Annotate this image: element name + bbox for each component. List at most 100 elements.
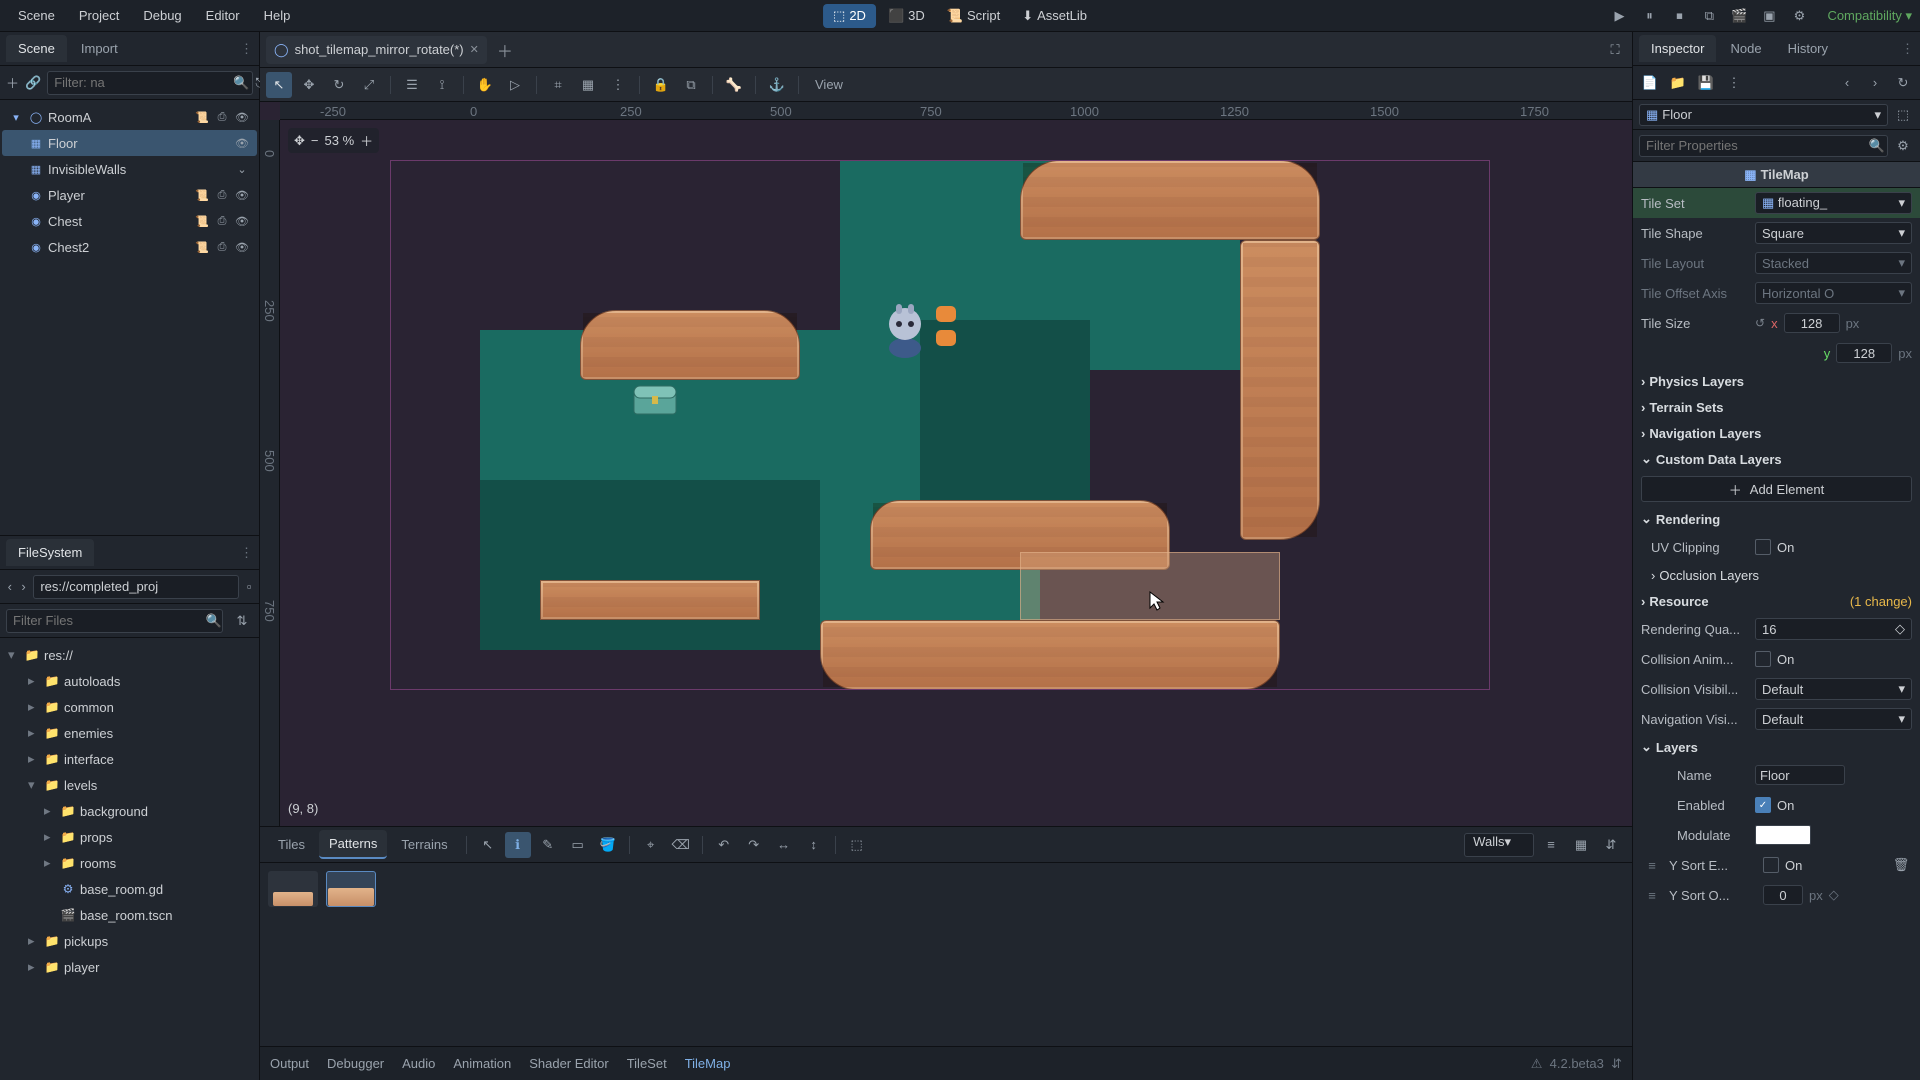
- instance-icon[interactable]: ⎙: [213, 212, 231, 230]
- fs-folder[interactable]: ▸📁props: [2, 824, 257, 850]
- close-tab-button[interactable]: ✕: [470, 43, 479, 56]
- filter-properties-input[interactable]: [1639, 135, 1888, 157]
- snap-button[interactable]: ⌗: [545, 72, 571, 98]
- bottom-tab-shader[interactable]: Shader Editor: [529, 1056, 609, 1071]
- section-rendering[interactable]: ⌄Rendering: [1633, 506, 1920, 532]
- section-custom-data[interactable]: ⌄Custom Data Layers: [1633, 446, 1920, 472]
- tilesize-y-input[interactable]: [1836, 343, 1892, 363]
- uv-clipping-checkbox[interactable]: [1755, 539, 1771, 555]
- instance-icon[interactable]: ⎙: [213, 238, 231, 256]
- history-fwd-button[interactable]: ›: [1864, 72, 1886, 94]
- tree-item-player[interactable]: ◉ Player 📜⎙👁: [2, 182, 257, 208]
- anchor-button[interactable]: ⚓: [764, 72, 790, 98]
- unique-name-button[interactable]: ⬚: [1892, 104, 1914, 126]
- scale-tool-button[interactable]: ⤢: [356, 72, 382, 98]
- object-breadcrumb[interactable]: ▦Floor▾: [1639, 104, 1888, 126]
- fs-folder[interactable]: ▸📁player: [2, 954, 257, 980]
- tree-item-chest2[interactable]: ◉ Chest2 📜⎙👁: [2, 234, 257, 260]
- highlight-layer-button[interactable]: ≡: [1538, 832, 1564, 858]
- dock-menu-icon[interactable]: ⋮: [240, 41, 253, 57]
- mode-assetlib-button[interactable]: ⬇ AssetLib: [1012, 4, 1097, 28]
- movie-button[interactable]: ⚙: [1787, 4, 1811, 28]
- class-header[interactable]: ▦TileMap: [1633, 162, 1920, 188]
- navigation-vis-dropdown[interactable]: Default▾: [1755, 708, 1912, 730]
- mode-2d-button[interactable]: ⬚ 2D: [823, 4, 876, 28]
- play-scene-button[interactable]: 🎬: [1727, 4, 1751, 28]
- sort-button[interactable]: ⇅: [231, 610, 253, 632]
- fs-folder[interactable]: ▸📁common: [2, 694, 257, 720]
- advanced-button[interactable]: ⇵: [1598, 832, 1624, 858]
- save-resource-button[interactable]: 💾: [1695, 72, 1717, 94]
- eraser-tool-button[interactable]: ⌫: [668, 832, 694, 858]
- layer-name-input[interactable]: [1755, 765, 1845, 785]
- fs-folder[interactable]: ▸📁background: [2, 798, 257, 824]
- warning-icon[interactable]: ⚠: [1531, 1056, 1543, 1071]
- fs-file[interactable]: 🎬base_room.tscn: [2, 902, 257, 928]
- rotate-left-button[interactable]: ↶: [711, 832, 737, 858]
- pattern-item[interactable]: [268, 871, 318, 907]
- section-terrain-sets[interactable]: ›Terrain Sets: [1633, 394, 1920, 420]
- history-back-button[interactable]: ‹: [1836, 72, 1858, 94]
- zoom-out-button[interactable]: −: [311, 133, 319, 148]
- rendering-quad-input[interactable]: 16◇: [1755, 618, 1912, 640]
- tilemap-layer-select[interactable]: Walls ▾: [1464, 833, 1534, 857]
- fs-folder-levels[interactable]: ▾📁levels: [2, 772, 257, 798]
- bottom-tab-debugger[interactable]: Debugger: [327, 1056, 384, 1071]
- random-tool-button[interactable]: ⬚: [844, 832, 870, 858]
- script-icon[interactable]: 📜: [193, 186, 211, 204]
- filter-menu-button[interactable]: ⚙: [1892, 135, 1914, 157]
- modulate-color-button[interactable]: [1755, 825, 1811, 845]
- center-view-button[interactable]: ✥: [294, 133, 305, 149]
- flip-v-button[interactable]: ↕: [801, 832, 827, 858]
- section-resource[interactable]: ›Resource(1 change): [1633, 588, 1920, 614]
- zoom-level[interactable]: 53 %: [325, 133, 355, 148]
- inspector-tab[interactable]: Inspector: [1639, 35, 1716, 62]
- rotate-tool-button[interactable]: ↻: [326, 72, 352, 98]
- grid-button[interactable]: ▦: [575, 72, 601, 98]
- picker-tool-button[interactable]: ⌖: [638, 832, 664, 858]
- node-tab[interactable]: Node: [1718, 35, 1773, 62]
- folder-icon[interactable]: ▫: [245, 576, 253, 598]
- tree-item-floor[interactable]: ▦ Floor 👁: [2, 130, 257, 156]
- select-tool-button[interactable]: ↖: [266, 72, 292, 98]
- play-custom-button[interactable]: ▣: [1757, 4, 1781, 28]
- scene-filter-input[interactable]: [47, 71, 253, 95]
- new-resource-button[interactable]: 📄: [1639, 72, 1661, 94]
- script-icon[interactable]: 📜: [193, 238, 211, 256]
- menu-project[interactable]: Project: [69, 4, 129, 27]
- fs-folder[interactable]: ▸📁interface: [2, 746, 257, 772]
- lock-tool-button[interactable]: ⟟: [429, 72, 455, 98]
- bones-button[interactable]: 🦴: [721, 72, 747, 98]
- link-node-button[interactable]: 🔗: [25, 72, 41, 94]
- bottom-tab-audio[interactable]: Audio: [402, 1056, 435, 1071]
- pattern-item[interactable]: [326, 871, 376, 907]
- group-button[interactable]: ⧉: [678, 72, 704, 98]
- select-paint-button[interactable]: ↖: [475, 832, 501, 858]
- move-tool-button[interactable]: ✥: [296, 72, 322, 98]
- fs-root[interactable]: ▾📁res://: [2, 642, 257, 668]
- scene-tab[interactable]: ◯ shot_tilemap_mirror_rotate(*) ✕: [266, 36, 487, 64]
- bottom-tab-animation[interactable]: Animation: [453, 1056, 511, 1071]
- fs-folder[interactable]: ▸📁rooms: [2, 850, 257, 876]
- instance-icon[interactable]: ⎙: [213, 186, 231, 204]
- mode-3d-button[interactable]: ⬛ 3D: [878, 4, 935, 28]
- remote-debug-button[interactable]: ⧉: [1697, 4, 1721, 28]
- tileset-dropdown[interactable]: ▦ floating_▾: [1755, 192, 1912, 214]
- grid-toggle-button[interactable]: ▦: [1568, 832, 1594, 858]
- flip-h-button[interactable]: ↔: [771, 832, 797, 858]
- section-occlusion[interactable]: ›Occlusion Layers: [1633, 562, 1920, 588]
- bucket-tool-button[interactable]: 🪣: [595, 832, 621, 858]
- zoom-in-button[interactable]: ＋: [360, 131, 373, 150]
- scene-dock-tab[interactable]: Scene: [6, 35, 67, 62]
- section-physics-layers[interactable]: ›Physics Layers: [1633, 368, 1920, 394]
- trash-icon[interactable]: 🗑: [1890, 854, 1912, 876]
- tileoffset-dropdown[interactable]: Horizontal O▾: [1755, 282, 1912, 304]
- play-button[interactable]: ▶: [1607, 4, 1631, 28]
- tree-item-chest[interactable]: ◉ Chest 📜⎙👁: [2, 208, 257, 234]
- menu-scene[interactable]: Scene: [8, 4, 65, 27]
- view-menu-button[interactable]: View: [807, 72, 851, 98]
- tilelayout-dropdown[interactable]: Stacked▾: [1755, 252, 1912, 274]
- stop-button[interactable]: ⏹: [1667, 4, 1691, 28]
- add-element-button[interactable]: ＋Add Element: [1641, 476, 1912, 502]
- menu-help[interactable]: Help: [254, 4, 301, 27]
